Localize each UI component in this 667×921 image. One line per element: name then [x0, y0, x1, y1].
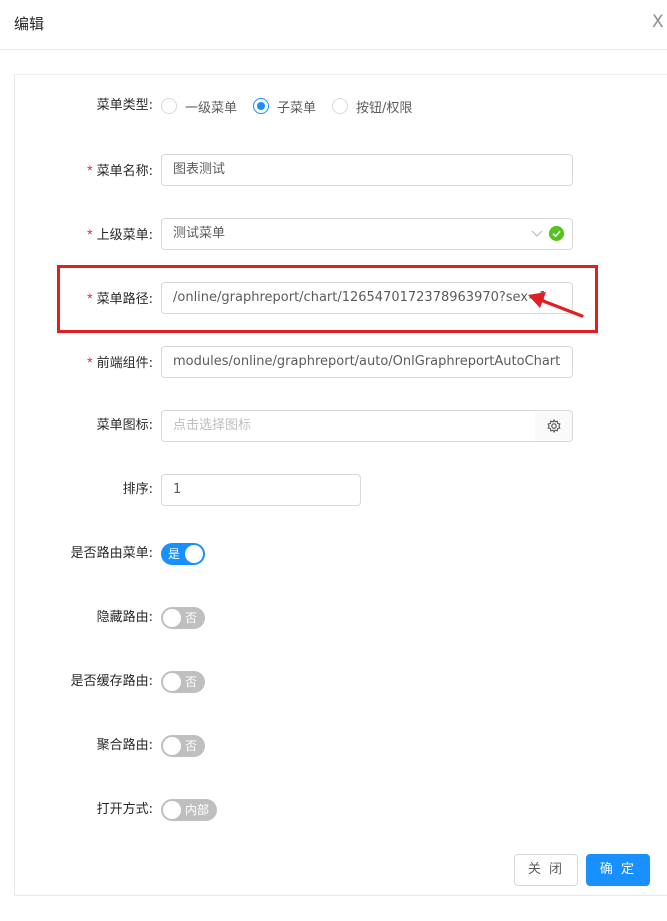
radio-circle	[332, 98, 349, 114]
menu-name-input[interactable]: 图表测试	[161, 154, 573, 186]
hidden-route-switch[interactable]: 否	[161, 607, 205, 629]
always-show-row: 聚合路由: 否	[0, 730, 667, 762]
switch-text: 内部	[185, 803, 210, 817]
is-route-row: 是否路由菜单: 是	[0, 538, 667, 570]
switch-text: 是	[168, 547, 181, 561]
check-circle-icon	[549, 226, 564, 241]
select-icon-button[interactable]	[535, 410, 573, 442]
menu-name-row: * 菜单名称: 图表测试	[0, 154, 667, 186]
annotation-highlight-box	[57, 265, 598, 333]
radio-sub-menu[interactable]: 子菜单	[253, 97, 316, 116]
sort-row: 排序: 1	[0, 474, 667, 506]
hidden-route-label: 隐藏路由:	[96, 610, 153, 625]
hidden-route-row: 隐藏路由: 否	[0, 602, 667, 634]
switch-text: 否	[185, 611, 198, 625]
open-mode-row: 打开方式: 内部	[0, 794, 667, 826]
keep-alive-label: 是否缓存路由:	[70, 674, 153, 689]
always-show-switch[interactable]: 否	[161, 735, 205, 757]
switch-text: 否	[185, 675, 198, 689]
menu-type-label: 菜单类型:	[96, 98, 153, 113]
dialog-header: 编辑 X	[0, 0, 667, 50]
component-row: * 前端组件: modules/online/graphreport/auto/O…	[0, 346, 667, 378]
is-route-label: 是否路由菜单:	[70, 546, 153, 561]
menu-icon-input[interactable]: 点击选择图标	[161, 410, 536, 442]
dialog-title: 编辑	[14, 15, 45, 33]
menu-icon-row: 菜单图标: 点击选择图标	[0, 410, 667, 442]
radio-circle-checked	[253, 98, 270, 114]
switch-knob	[163, 801, 181, 819]
keep-alive-row: 是否缓存路由: 否	[0, 666, 667, 698]
radio-label: 一级菜单	[185, 100, 238, 116]
radio-top-level-menu[interactable]: 一级菜单	[161, 97, 237, 116]
chevron-down-icon	[531, 230, 543, 237]
menu-icon-label: 菜单图标:	[96, 418, 153, 433]
annotation-arrow-icon	[528, 292, 584, 318]
open-mode-label: 打开方式:	[96, 802, 153, 817]
gear-icon	[546, 419, 561, 433]
switch-text: 否	[185, 739, 198, 753]
switch-knob	[163, 737, 181, 755]
is-route-switch[interactable]: 是	[161, 543, 205, 565]
menu-type-row: 菜单类型: 一级菜单 子菜单 按钮/权限	[0, 90, 667, 122]
parent-menu-label: * 上级菜单:	[87, 226, 153, 243]
parent-menu-select[interactable]: 测试菜单	[161, 218, 573, 250]
parent-menu-row: * 上级菜单: 测试菜单	[0, 218, 667, 250]
radio-label: 按钮/权限	[356, 100, 413, 116]
radio-button-permission[interactable]: 按钮/权限	[332, 97, 412, 116]
menu-name-label: * 菜单名称:	[87, 162, 153, 179]
radio-label: 子菜单	[277, 100, 317, 116]
keep-alive-switch[interactable]: 否	[161, 671, 205, 693]
switch-knob	[163, 609, 181, 627]
always-show-label: 聚合路由:	[96, 738, 153, 753]
radio-circle	[161, 98, 177, 114]
component-label: * 前端组件:	[87, 354, 153, 371]
switch-knob	[185, 545, 203, 563]
switch-knob	[163, 673, 181, 691]
close-icon[interactable]: X	[652, 12, 664, 32]
close-button[interactable]: 关 闭	[514, 854, 578, 886]
open-mode-switch[interactable]: 内部	[161, 799, 217, 821]
sort-input[interactable]: 1	[161, 474, 361, 506]
menu-type-radio-group: 一级菜单 子菜单 按钮/权限	[161, 90, 428, 122]
component-input[interactable]: modules/online/graphreport/auto/OnlGraph…	[161, 346, 573, 378]
sort-label: 排序:	[122, 482, 153, 497]
confirm-button[interactable]: 确 定	[586, 854, 650, 886]
